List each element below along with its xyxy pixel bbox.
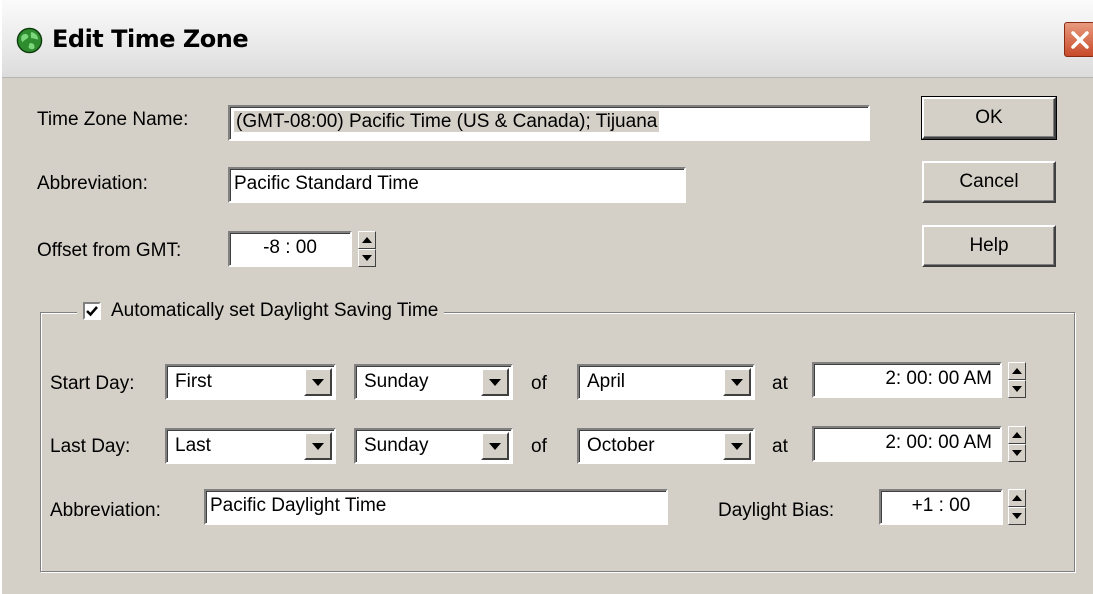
start-day-value: Sunday [364, 371, 429, 392]
cancel-button-label: Cancel [959, 171, 1019, 192]
spinner-up-icon [1012, 432, 1022, 438]
dst-checkbox-row[interactable]: Automatically set Daylight Saving Time [77, 300, 445, 322]
dst-abbreviation-value: Pacific Daylight Time [210, 495, 387, 516]
chevron-down-icon [489, 378, 501, 386]
start-time-value: 2: 00: 00 AM [885, 368, 992, 389]
last-time-spinner[interactable] [1008, 426, 1026, 462]
last-time-field[interactable]: 2: 00: 00 AM [812, 426, 1002, 462]
offset-spin-up[interactable] [358, 231, 376, 249]
time-zone-name-label: Time Zone Name: [37, 109, 188, 131]
globe-icon [16, 27, 43, 54]
last-time-spin-down[interactable] [1008, 444, 1026, 462]
window-title: Edit Time Zone [52, 25, 249, 53]
dst-abbreviation-field[interactable]: Pacific Daylight Time [204, 489, 668, 525]
edit-time-zone-dialog: Edit Time Zone Time Zone Name: (GMT-08:0… [0, 0, 1093, 594]
last-day-dropdown-button[interactable] [481, 432, 509, 460]
start-time-field[interactable]: 2: 00: 00 AM [812, 362, 1002, 398]
help-button-label: Help [969, 235, 1009, 256]
start-week-value: First [175, 371, 212, 392]
start-week-dropdown-button[interactable] [304, 368, 332, 396]
bias-spin-up[interactable] [1008, 489, 1026, 507]
start-month-select[interactable]: April [577, 364, 755, 400]
offset-field[interactable]: -8 : 00 [228, 231, 352, 267]
time-zone-name-label-text: Time Zone Name: [37, 109, 189, 130]
chevron-down-icon [731, 442, 743, 450]
offset-spin-down[interactable] [358, 249, 376, 267]
start-week-select[interactable]: First [165, 364, 336, 400]
ok-button-label: OK [975, 107, 1003, 128]
start-of-label: of [531, 373, 547, 394]
offset-value: -8 : 00 [263, 237, 317, 258]
daylight-bias-spinner[interactable] [1008, 489, 1026, 525]
daylight-bias-field[interactable]: +1 : 00 [879, 489, 1003, 525]
spinner-up-icon [1012, 368, 1022, 374]
spinner-down-icon [1012, 513, 1022, 519]
daylight-bias-value: +1 : 00 [911, 495, 971, 516]
last-day-value: Sunday [364, 435, 429, 456]
start-day-dropdown-button[interactable] [481, 368, 509, 396]
last-time-value: 2: 00: 00 AM [885, 432, 992, 453]
start-day-select[interactable]: Sunday [354, 364, 513, 400]
spinner-up-icon [1012, 495, 1022, 501]
time-zone-name-field[interactable]: (GMT-08:00) Pacific Time (US & Canada); … [228, 105, 870, 141]
start-month-value: April [587, 371, 626, 392]
dst-abbreviation-label: Abbreviation: [50, 500, 161, 521]
daylight-bias-label: Daylight Bias: [718, 500, 835, 521]
chevron-down-icon [489, 442, 501, 450]
spinner-down-icon [1012, 386, 1022, 392]
spinner-down-icon [1012, 450, 1022, 456]
last-month-value: October [587, 435, 655, 456]
start-month-dropdown-button[interactable] [723, 368, 751, 396]
chevron-down-icon [731, 378, 743, 386]
close-icon [1070, 30, 1089, 49]
checkmark-icon [86, 306, 98, 317]
last-week-select[interactable]: Last [165, 428, 336, 464]
bias-spin-down[interactable] [1008, 507, 1026, 525]
offset-spinner[interactable] [358, 231, 376, 267]
last-month-select[interactable]: October [577, 428, 755, 464]
last-day-label: Last Day: [50, 436, 131, 457]
last-at-label: at [772, 436, 788, 457]
abbreviation-label: Abbreviation: [37, 173, 148, 194]
chevron-down-icon [312, 378, 324, 386]
last-month-dropdown-button[interactable] [723, 432, 751, 460]
last-time-spin-up[interactable] [1008, 426, 1026, 444]
start-time-spinner[interactable] [1008, 362, 1026, 398]
last-of-label: of [531, 436, 547, 457]
title-bar[interactable]: Edit Time Zone [2, 0, 1093, 78]
chevron-down-icon [312, 442, 324, 450]
spinner-down-icon [362, 255, 372, 261]
time-zone-name-value: (GMT-08:00) Pacific Time (US & Canada); … [234, 111, 660, 132]
offset-label: Offset from GMT: [37, 240, 182, 261]
ok-button[interactable]: OK [921, 96, 1057, 140]
start-day-label: Start Day: [50, 373, 135, 394]
last-day-select[interactable]: Sunday [354, 428, 513, 464]
abbreviation-field[interactable]: Pacific Standard Time [228, 167, 686, 203]
help-button[interactable]: Help [922, 225, 1056, 267]
close-button[interactable] [1064, 22, 1093, 57]
start-at-label: at [772, 373, 788, 394]
abbreviation-value: Pacific Standard Time [234, 173, 419, 194]
last-week-dropdown-button[interactable] [304, 432, 332, 460]
cancel-button[interactable]: Cancel [922, 161, 1056, 203]
start-time-spin-up[interactable] [1008, 362, 1026, 380]
spinner-up-icon [362, 237, 372, 243]
start-time-spin-down[interactable] [1008, 380, 1026, 398]
dst-checkbox-label: Automatically set Daylight Saving Time [111, 300, 439, 321]
last-week-value: Last [175, 435, 211, 456]
dst-checkbox[interactable] [83, 302, 101, 320]
